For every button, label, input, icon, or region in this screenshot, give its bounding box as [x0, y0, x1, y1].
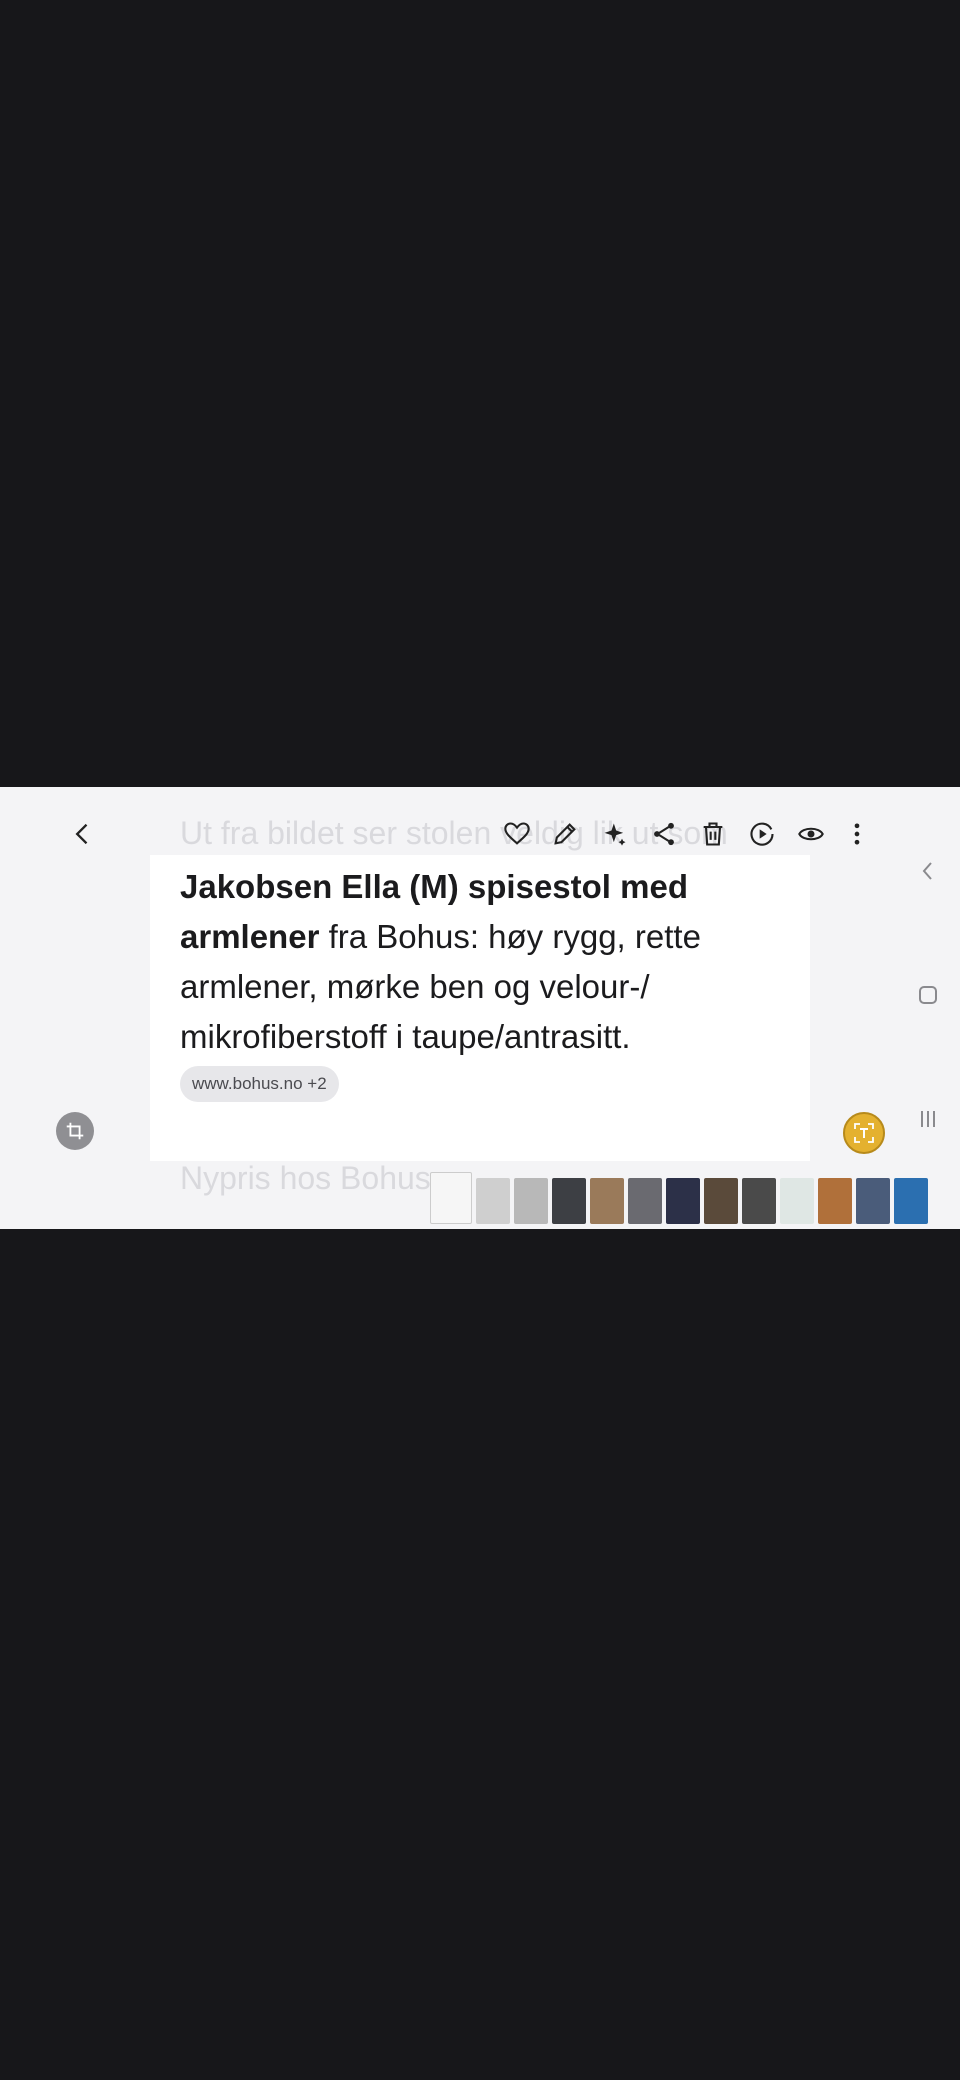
back-icon [75, 823, 88, 845]
edit-button[interactable] [544, 813, 586, 855]
delete-button[interactable] [692, 813, 734, 855]
crop-rotate-button[interactable] [56, 1112, 94, 1150]
document-thumb[interactable] [430, 1172, 472, 1224]
trash-icon [703, 822, 723, 846]
extract-text-button[interactable] [843, 1112, 885, 1154]
eye-icon [798, 827, 824, 841]
floor-items-thumb[interactable] [590, 1178, 624, 1224]
motion-photo-button[interactable] [741, 813, 783, 855]
source-chip[interactable]: www.bohus.no +2 [180, 1066, 339, 1102]
ai-edit-button[interactable] [594, 813, 636, 855]
grey-thumb[interactable] [628, 1178, 662, 1224]
view-button[interactable] [790, 813, 832, 855]
favorite-button[interactable] [496, 813, 538, 855]
heart-icon [504, 822, 530, 845]
nav-back-icon [922, 862, 932, 880]
nav-recents-icon [921, 1111, 935, 1127]
room-thumb[interactable] [704, 1178, 738, 1224]
leather-thumb[interactable] [818, 1178, 852, 1224]
note-thumb[interactable] [780, 1178, 814, 1224]
sofa-thumb[interactable] [476, 1178, 510, 1224]
more-vertical-icon [854, 823, 860, 845]
nav-home-button[interactable] [910, 977, 946, 1013]
pencil-icon [554, 823, 576, 845]
share-icon [654, 822, 674, 846]
chair-thumb[interactable] [666, 1178, 700, 1224]
fabric-thumb[interactable] [514, 1178, 548, 1224]
nav-home-icon [919, 986, 937, 1004]
back-button[interactable] [62, 813, 104, 855]
filmstrip[interactable] [430, 1172, 928, 1224]
nav-back-button[interactable] [910, 853, 946, 889]
answer-paragraph: Jakobsen Ella (M) spisestol med armlener… [180, 862, 780, 1062]
crop-icon [66, 1122, 84, 1140]
video-thumb[interactable] [742, 1178, 776, 1224]
text-extract-icon [854, 1123, 874, 1143]
dark-room-thumb[interactable] [552, 1178, 586, 1224]
more-options-button[interactable] [836, 813, 878, 855]
share-button[interactable] [643, 813, 685, 855]
sparkle-icon [604, 823, 626, 846]
nav-recents-button[interactable] [910, 1101, 946, 1137]
colorful-thumb[interactable] [856, 1178, 890, 1224]
faded-text-bottom: Nypris hos Bohus [180, 1160, 431, 1196]
blue-thumb[interactable] [894, 1178, 928, 1224]
photo-viewer: Ut fra bildet ser stolen veldig lik ut s… [0, 787, 960, 1229]
motion-play-icon [750, 822, 774, 846]
